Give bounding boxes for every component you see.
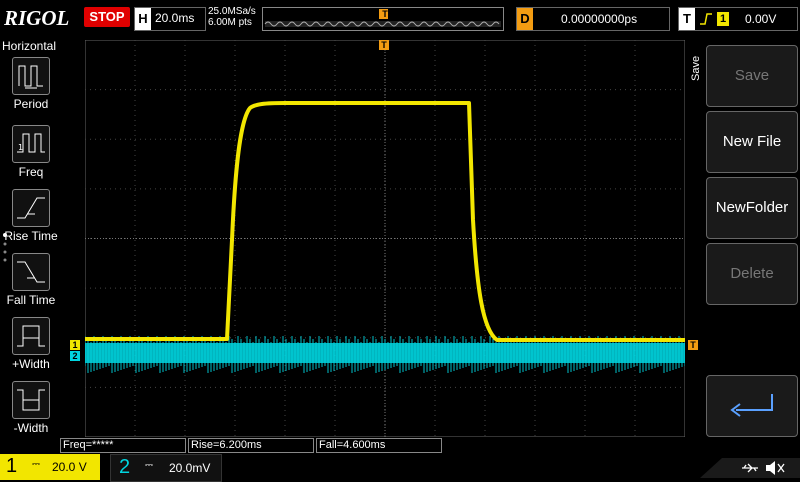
- ch2-number: 2: [119, 456, 131, 478]
- measurement-results: Freq=***** Rise=6.200ms Fall=4.600ms: [60, 438, 686, 453]
- delay-value: 0.00000000ps: [561, 12, 638, 26]
- measure-item-fall-time[interactable]: Fall Time: [0, 251, 62, 315]
- save-button[interactable]: Save: [706, 45, 798, 107]
- trigger-status[interactable]: T 1 0.00V: [678, 7, 798, 31]
- ch1-status[interactable]: 1 ⎓ 20.0 V: [0, 454, 100, 480]
- status-icons: [700, 458, 800, 478]
- meas-fall[interactable]: Fall=4.600ms: [316, 438, 442, 453]
- delete-button[interactable]: Delete: [706, 243, 798, 305]
- ch1-scale: 20.0 V: [52, 460, 87, 474]
- sample-info: 25.0MSa/s 6.00M pts: [208, 6, 256, 28]
- measure-item-freq[interactable]: 1 Freq: [0, 123, 62, 187]
- measure-label: +Width: [12, 357, 50, 371]
- horizontal-timebase[interactable]: H 20.0ms: [134, 7, 206, 31]
- timeline-trigger-marker: T: [382, 9, 388, 19]
- channel-status-bar: 1 ⎓ 20.0 V 2 ⎓ 20.0mV: [0, 454, 800, 482]
- meas-freq[interactable]: Freq=*****: [60, 438, 186, 453]
- measure-menu: Horizontal Period 1 Freq Rise Time Fall …: [0, 37, 62, 442]
- rising-edge-icon: [700, 13, 712, 25]
- frequency-icon: 1: [12, 125, 50, 163]
- ch1-coupling: ⎓: [32, 459, 40, 470]
- ch1-offset-marker[interactable]: 1: [70, 340, 80, 350]
- ch2-coupling: ⎓: [145, 460, 153, 471]
- negative-width-icon: [12, 381, 50, 419]
- measure-label: Fall Time: [6, 293, 56, 307]
- trigger-level: 0.00V: [745, 12, 777, 26]
- delay-key: D: [517, 8, 533, 30]
- return-button[interactable]: [706, 375, 798, 437]
- ch2-scale: 20.0mV: [169, 461, 211, 475]
- run-stop-indicator[interactable]: STOP: [84, 7, 130, 27]
- measure-item-rise-time[interactable]: Rise Time: [0, 187, 62, 251]
- ch1-number: 1: [6, 455, 18, 477]
- menu-title: Horizontal: [2, 39, 57, 53]
- measure-item-neg-width[interactable]: -Width: [0, 379, 62, 443]
- menu-title: Save: [690, 55, 702, 81]
- top-status-bar: RIGOL STOP H 20.0ms 25.0MSa/s 6.00M pts …: [0, 0, 800, 36]
- rise-time-icon: [12, 189, 50, 227]
- return-arrow-icon: [730, 394, 773, 417]
- trigger-key: T: [679, 8, 695, 30]
- trigger-position-marker[interactable]: T: [379, 40, 389, 50]
- measure-label: Freq: [18, 165, 44, 179]
- delay-position[interactable]: D 0.00000000ps: [516, 7, 670, 31]
- measure-item-pos-width[interactable]: +Width: [0, 315, 62, 379]
- meas-rise[interactable]: Rise=6.200ms: [188, 438, 314, 453]
- svg-text:1: 1: [18, 143, 23, 152]
- save-menu: Save Save New File NewFolder Delete: [686, 37, 800, 442]
- new-folder-button[interactable]: NewFolder: [706, 177, 798, 239]
- measure-label: -Width: [13, 421, 49, 435]
- trigger-source: 1: [717, 12, 729, 26]
- sample-rate: 25.0MSa/s: [208, 6, 256, 17]
- timebase-value: 20.0ms: [155, 11, 195, 25]
- positive-width-icon: [12, 317, 50, 355]
- page-dots: [3, 233, 7, 262]
- measure-label: Rise Time: [4, 229, 58, 243]
- period-icon: [12, 57, 50, 95]
- measure-item-period[interactable]: Period: [0, 55, 62, 119]
- new-file-button[interactable]: New File: [706, 111, 798, 173]
- horizontal-key: H: [135, 8, 151, 30]
- memory-depth: 6.00M pts: [208, 17, 252, 28]
- brand-logo: RIGOL: [4, 6, 70, 30]
- waveform-display[interactable]: [85, 40, 685, 437]
- measure-label: Period: [13, 97, 49, 111]
- ch2-status[interactable]: 2 ⎓ 20.0mV: [110, 454, 222, 482]
- memory-timeline[interactable]: T: [262, 7, 504, 31]
- fall-time-icon: [12, 253, 50, 291]
- ch2-offset-marker[interactable]: 2: [70, 351, 80, 361]
